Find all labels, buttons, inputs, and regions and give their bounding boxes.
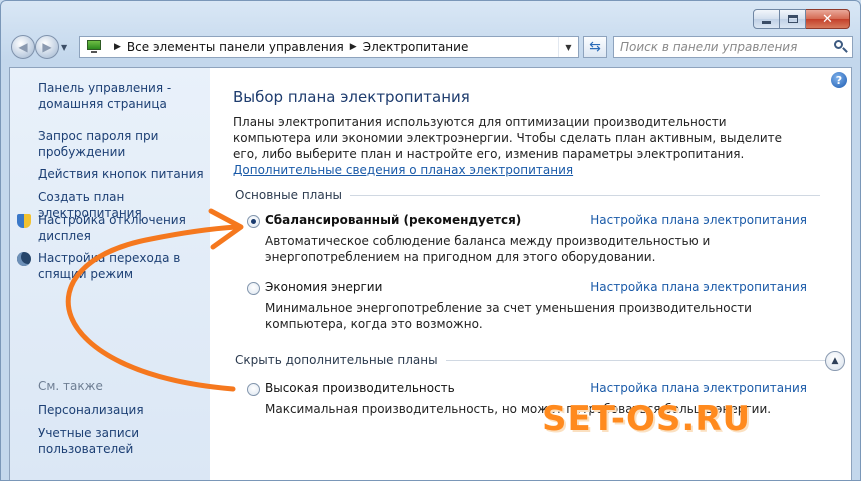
sidebar-item-user-accounts[interactable]: Учетные записи пользователей [38,425,208,457]
sidebar: Панель управления - домашняя страница За… [10,68,210,480]
sidebar-item-power-buttons[interactable]: Действия кнопок питания [38,166,208,182]
plan-high-performance-label[interactable]: Высокая производительность [265,381,455,395]
more-info-link[interactable]: Дополнительные сведения о планах электро… [233,163,573,177]
plan-balanced-label[interactable]: Сбалансированный (рекомендуется) [265,213,521,227]
breadcrumb-separator-icon[interactable]: ▶ [350,42,357,52]
plan-balanced-settings-link[interactable]: Настройка плана электропитания [590,213,807,227]
sidebar-home-link[interactable]: Панель управления - домашняя страница [38,80,208,112]
breadcrumb-power-options[interactable]: Электропитание [363,40,469,54]
plan-balanced-radio[interactable] [247,215,260,228]
minimize-icon [762,20,771,24]
maximize-icon [787,15,798,23]
sleep-icon [16,251,32,267]
shield-icon [16,213,32,229]
address-bar[interactable]: ▶ Все элементы панели управления ▶ Элект… [79,36,579,58]
recent-pages-dropdown[interactable]: ▼ [61,43,70,52]
refresh-icon: ⇆ [589,39,601,55]
collapse-chevron-up-icon[interactable]: ▲ [825,351,845,371]
divider [350,194,821,196]
intro-paragraph: Планы электропитания используются для оп… [233,114,803,178]
intro-text: Планы электропитания используются для оп… [233,115,783,161]
sidebar-item-sleep[interactable]: Настройка перехода в спящий режим [38,250,208,282]
plan-power-saver-radio[interactable] [247,282,260,295]
forward-button[interactable]: ▶ [35,35,59,59]
watermark-logo: SET-OS.RU [542,399,752,439]
minimize-button[interactable] [753,9,780,29]
address-dropdown-icon[interactable]: ▼ [558,37,578,57]
plan-high-performance-settings-link[interactable]: Настройка плана электропитания [590,381,807,395]
main-panel: ? Выбор плана электропитания Планы элект… [210,68,851,480]
help-icon[interactable]: ? [831,72,847,88]
control-panel-window: ✕ ◀ ▶ ▼ ▶ Все элементы панели управления… [0,0,861,481]
back-button[interactable]: ◀ [11,35,35,59]
sidebar-item-personalization[interactable]: Персонализация [38,402,208,418]
sidebar-item-display-off[interactable]: Настройка отключения дисплея [38,212,208,244]
plan-power-saver-label[interactable]: Экономия энергии [265,280,382,294]
back-arrow-icon: ◀ [18,40,28,54]
basic-plans-label: Основные планы [235,188,343,202]
search-icon[interactable] [834,40,848,54]
plan-balanced-description: Автоматическое соблюдение баланса между … [265,234,711,264]
navigation-bar: ◀ ▶ ▼ ▶ Все элементы панели управления ▶… [9,35,853,61]
page-title: Выбор плана электропитания [233,88,470,106]
hidden-plans-header[interactable]: Скрыть дополнительные планы [235,353,826,367]
search-input[interactable] [620,38,830,56]
control-panel-icon [86,39,104,55]
breadcrumb-separator-icon[interactable]: ▶ [114,42,121,52]
caption-buttons: ✕ [753,9,850,29]
close-icon: ✕ [822,11,833,27]
basic-plans-header: Основные планы [235,188,821,202]
search-box[interactable] [613,36,853,58]
plan-high-performance-radio[interactable] [247,383,260,396]
divider [445,359,826,361]
sidebar-item-wake-password[interactable]: Запрос пароля при пробуждении [38,128,208,160]
forward-arrow-icon: ▶ [42,40,52,54]
hidden-plans-label[interactable]: Скрыть дополнительные планы [235,353,438,367]
plan-power-saver-description: Минимальное энергопотребление за счет ум… [265,301,752,331]
close-button[interactable]: ✕ [806,9,850,29]
breadcrumb-all-items[interactable]: Все элементы панели управления [127,40,344,54]
plan-power-saver-settings-link[interactable]: Настройка плана электропитания [590,280,807,294]
maximize-button[interactable] [780,9,806,29]
see-also-heading: См. также [38,379,103,393]
refresh-button[interactable]: ⇆ [583,36,607,58]
